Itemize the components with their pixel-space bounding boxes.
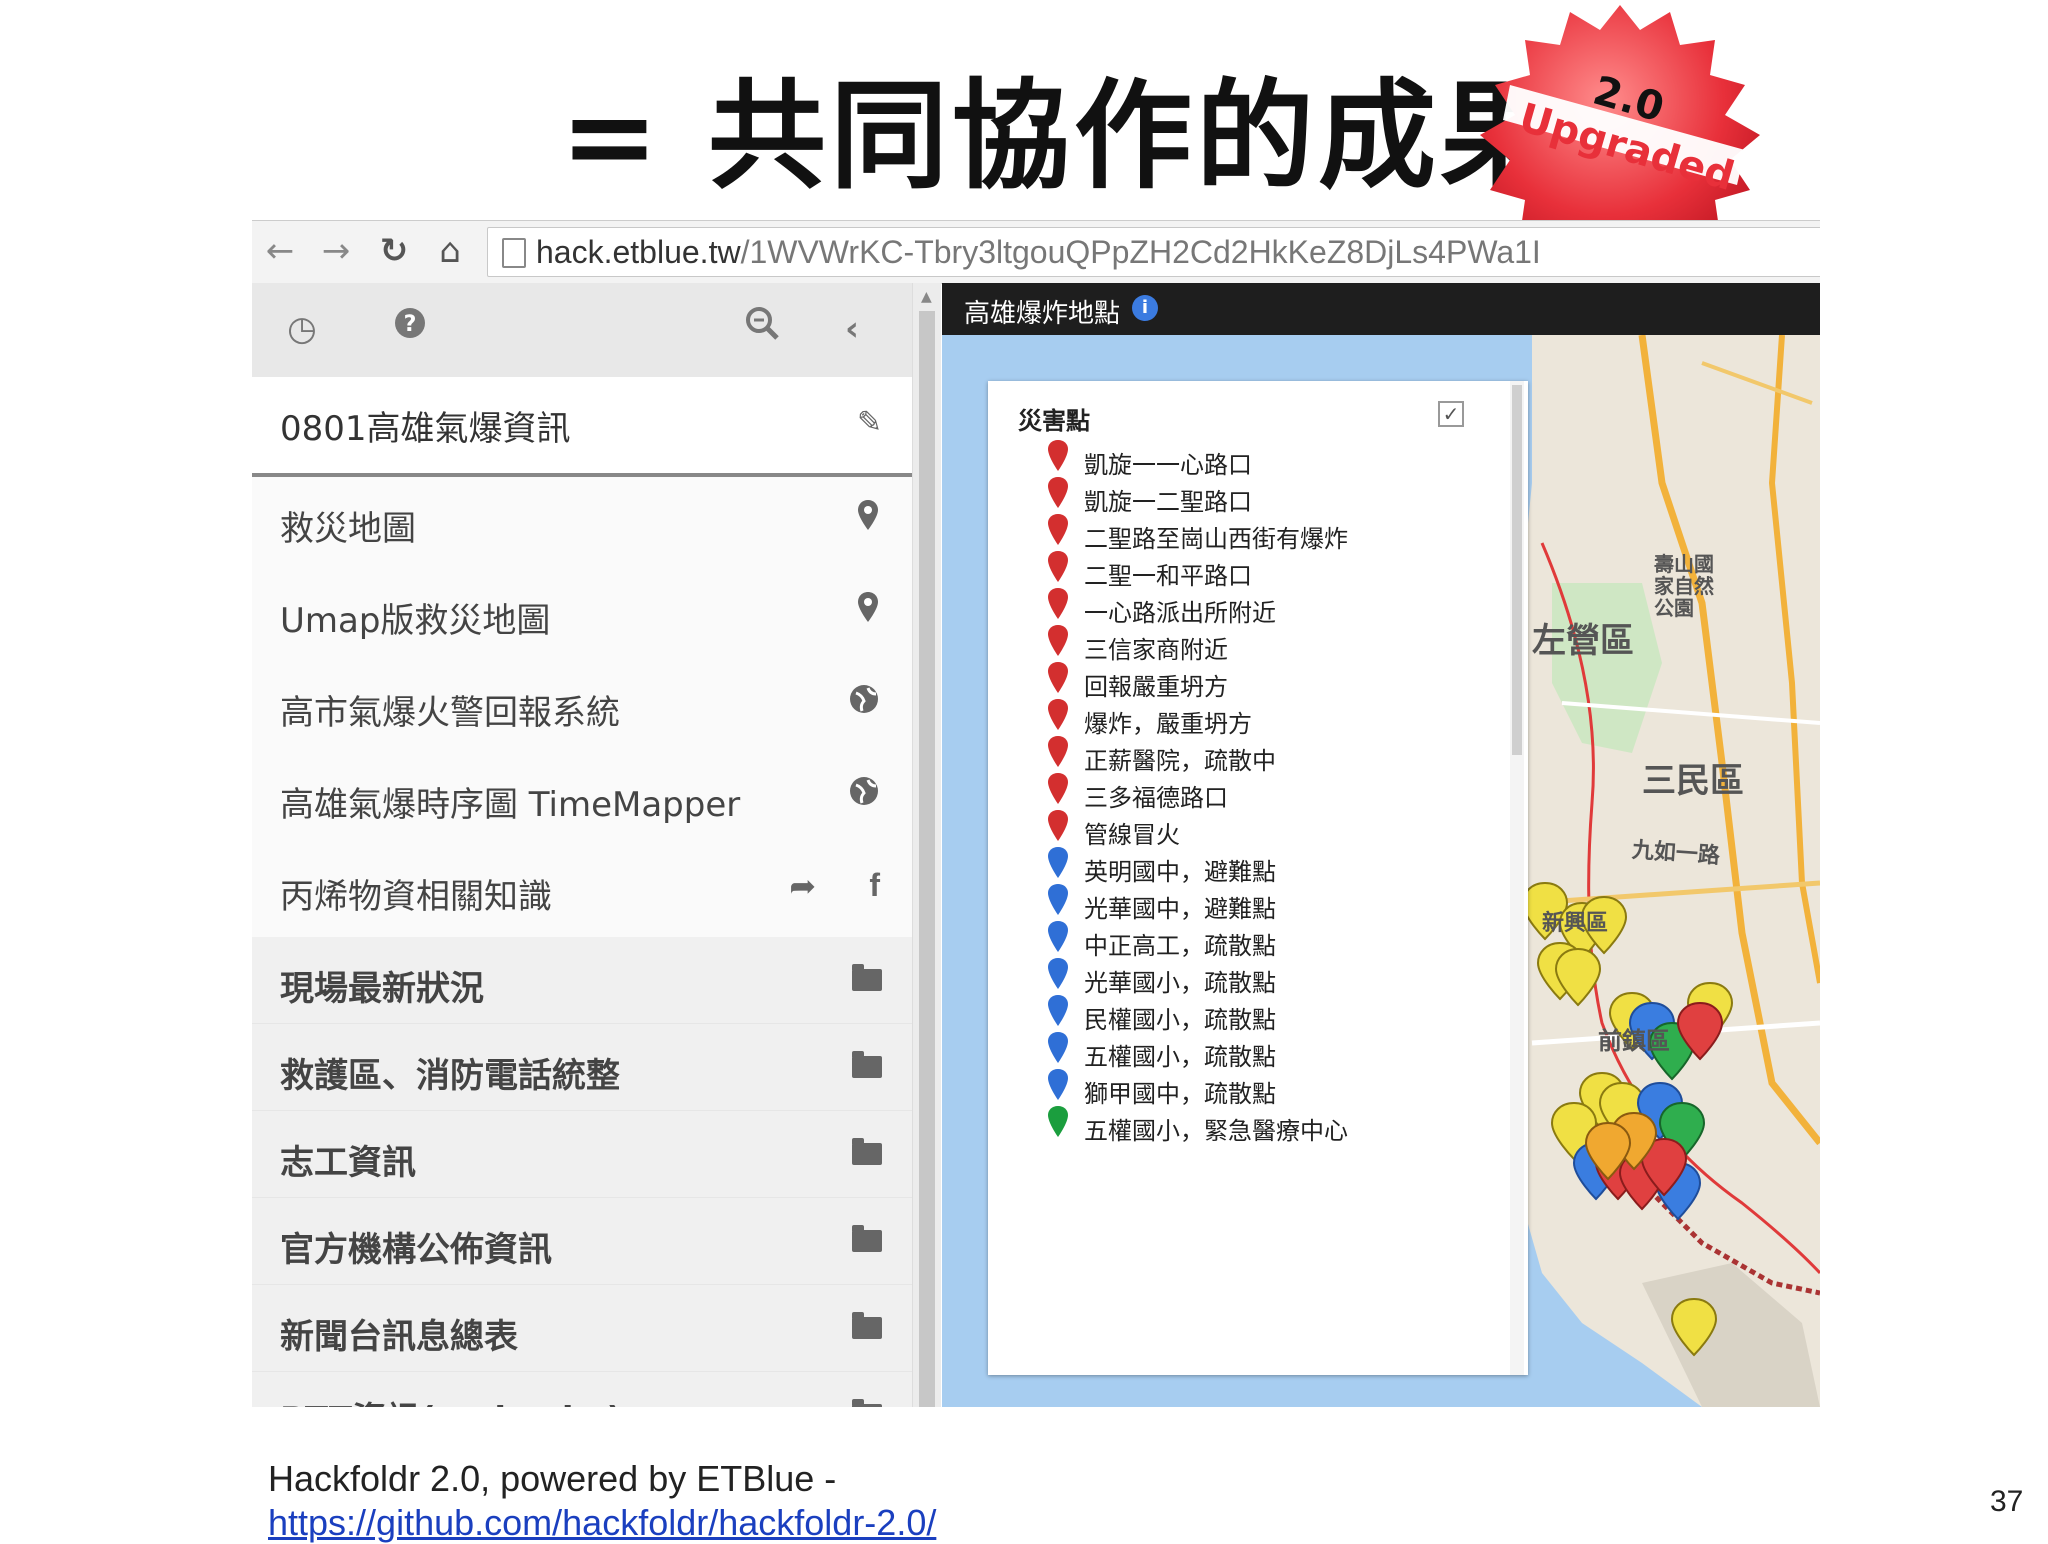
folder-icon xyxy=(852,1051,882,1078)
map-pin-icon xyxy=(1048,995,1068,1026)
help-question-icon[interactable]: ? xyxy=(386,305,434,353)
map-marker-icon xyxy=(856,499,880,539)
sidebar-folder-official[interactable]: 官方機構公佈資訊 xyxy=(252,1198,912,1285)
map-pin-icon xyxy=(1048,773,1068,804)
slide-title: = 共同協作的成果 xyxy=(560,66,1562,205)
sidebar-link-umap[interactable]: Umap版救災地圖 xyxy=(252,569,912,662)
map-marker-icon xyxy=(856,591,880,631)
legend-entry-label: 五權國小，緊急醫療中心 xyxy=(1084,1117,1348,1145)
map-label-zuoying: 左營區 xyxy=(1532,621,1634,661)
sidebar-link-rescue-map[interactable]: 救災地圖 xyxy=(252,477,912,570)
map-pin-icon xyxy=(1048,477,1068,508)
legend-entry[interactable]: 五權國小，緊急醫療中心 xyxy=(988,1103,1508,1151)
map-pin-icon xyxy=(1048,921,1068,952)
sidebar-link-label: 丙烯物資相關知識 xyxy=(280,877,552,917)
sidebar-folder-rescue-phones[interactable]: 救護區、消防電話統整 xyxy=(252,1024,912,1111)
sidebar-folder-label: 現場最新狀況 xyxy=(280,969,484,1009)
map-pin-icon xyxy=(1048,440,1068,471)
map-pin-icon xyxy=(1048,958,1068,989)
sidebar-folder-label: 官方機構公佈資訊 xyxy=(280,1230,552,1270)
sidebar-link-propylene[interactable]: 丙烯物資相關知識 ➦ f xyxy=(252,845,912,938)
page-icon xyxy=(502,238,526,268)
globe-icon xyxy=(848,683,880,723)
browser-screenshot: ← → ↻ ⌂ hack.etblue.tw/1WVWrKC-Tbry3ltgo… xyxy=(252,220,1820,1407)
map-label-jiuru-road: 九如一路 xyxy=(1631,837,1721,870)
folder-icon xyxy=(852,1399,882,1407)
map-label-qianzhen: 前鎮區 xyxy=(1598,1027,1670,1055)
sidebar-folder-ptt[interactable]: PTT資訊(mobcake) xyxy=(252,1372,912,1407)
reload-icon[interactable]: ↻ xyxy=(374,231,414,271)
sidebar-folder-volunteers[interactable]: 志工資訊 xyxy=(252,1111,912,1198)
map-pin-icon xyxy=(1048,736,1068,767)
folder-title-text: 0801高雄氣爆資訊 xyxy=(280,409,571,449)
legend-scrollbar[interactable] xyxy=(1510,381,1524,1375)
home-icon[interactable]: ⌂ xyxy=(430,231,470,271)
map-pin-icon xyxy=(1048,588,1068,619)
map-header: 高雄爆炸地點 i xyxy=(942,283,1820,335)
folder-icon xyxy=(852,1312,882,1339)
sidebar-folder-news[interactable]: 新聞台訊息總表 xyxy=(252,1285,912,1372)
sidebar-link-label: 高雄氣爆時序圖 TimeMapper xyxy=(280,785,741,825)
zoom-out-icon[interactable] xyxy=(738,305,786,353)
globe-icon xyxy=(848,775,880,815)
sidebar-scrollbar[interactable]: ▲ xyxy=(912,283,941,1407)
url-text: hack.etblue.tw/1WVWrKC-Tbry3ltgouQPpZH2C… xyxy=(536,234,1541,270)
svg-text:?: ? xyxy=(404,312,417,337)
collapse-chevron-icon[interactable]: ‹ xyxy=(828,305,876,353)
map-pin-icon xyxy=(1048,662,1068,693)
hackfoldr-sidebar: ◷ ? ‹ 0801高雄氣爆資訊 ✎ 救災地圖 Umap版救災地圖 高市氣爆火警… xyxy=(252,283,912,1407)
legend-layer-checkbox[interactable]: ✓ xyxy=(1438,401,1464,427)
folder-title: 0801高雄氣爆資訊 ✎ xyxy=(252,377,912,477)
forward-arrow-icon[interactable]: → xyxy=(316,231,356,271)
github-link[interactable]: https://github.com/hackfoldr/hackfoldr-2… xyxy=(268,1502,936,1544)
map-label-sanmin: 三民區 xyxy=(1642,761,1744,801)
map-pin-icon xyxy=(1048,1069,1068,1100)
page-number: 37 xyxy=(1990,1485,2024,1518)
sidebar-link-fire-report[interactable]: 高市氣爆火警回報系統 xyxy=(252,661,912,754)
sidebar-link-label: 高市氣爆火警回報系統 xyxy=(280,693,620,733)
sidebar-link-label: 救災地圖 xyxy=(280,509,416,549)
folder-icon xyxy=(852,964,882,991)
map-legend-panel: 災害點 ✓ 凱旋一一心路口 凱旋一二聖路口 二聖路至崗山西街有爆炸 二聖一和平路口 一心… xyxy=(988,381,1528,1375)
scrollbar-thumb[interactable] xyxy=(919,311,935,1407)
map-pin-icon xyxy=(1048,884,1068,915)
facebook-icon[interactable]: f xyxy=(869,867,880,904)
scroll-up-arrow-icon[interactable]: ▲ xyxy=(921,289,932,305)
sidebar-folder-label: 救護區、消防電話統整 xyxy=(280,1056,620,1096)
history-clock-icon[interactable]: ◷ xyxy=(278,305,326,353)
map-title: 高雄爆炸地點 xyxy=(964,299,1121,329)
slide-caption: Hackfoldr 2.0, powered by ETBlue - xyxy=(268,1458,837,1499)
sidebar-folder-label: 新聞台訊息總表 xyxy=(280,1317,518,1357)
map-label-xinxing: 新興區 xyxy=(1542,911,1609,936)
sidebar-link-label: Umap版救災地圖 xyxy=(280,601,551,641)
sidebar-link-timemapper[interactable]: 高雄氣爆時序圖 TimeMapper xyxy=(252,753,912,846)
share-icon[interactable]: ➦ xyxy=(789,867,816,905)
map-pin-icon xyxy=(1048,810,1068,841)
back-arrow-icon[interactable]: ← xyxy=(260,231,300,271)
map-pin-icon xyxy=(1048,625,1068,656)
map-pin-icon xyxy=(1048,514,1068,545)
sidebar-folder-label: 志工資訊 xyxy=(280,1143,416,1183)
sidebar-folder-latest[interactable]: 現場最新狀況 xyxy=(252,937,912,1024)
map-frame[interactable]: 左營區 三民區 新興區 前鎮區 九如一路 壽山國家自然公園 高雄爆炸地點 i 災… xyxy=(942,283,1820,1407)
map-pin-icon xyxy=(1048,1106,1068,1137)
folder-icon xyxy=(852,1138,882,1165)
folder-icon xyxy=(852,1225,882,1252)
browser-toolbar: ← → ↻ ⌂ hack.etblue.tw/1WVWrKC-Tbry3ltgo… xyxy=(252,221,1820,284)
address-bar[interactable]: hack.etblue.tw/1WVWrKC-Tbry3ltgouQPpZH2C… xyxy=(487,227,1820,277)
map-pin-icon xyxy=(1048,551,1068,582)
map-pin-icon xyxy=(1048,847,1068,878)
legend-title: 災害點 xyxy=(1018,407,1090,435)
legend-scrollbar-thumb[interactable] xyxy=(1512,385,1522,755)
sidebar-folder-label: PTT資訊(mobcake) xyxy=(280,1392,622,1407)
info-icon[interactable]: i xyxy=(1132,295,1158,321)
edit-pencil-icon[interactable]: ✎ xyxy=(857,405,882,440)
map-pin-icon xyxy=(1048,1032,1068,1063)
sidebar-toolbar: ◷ ? ‹ xyxy=(252,283,912,377)
map-label-shoushan-park: 壽山國家自然公園 xyxy=(1654,552,1714,620)
map-pin-icon xyxy=(1048,699,1068,730)
